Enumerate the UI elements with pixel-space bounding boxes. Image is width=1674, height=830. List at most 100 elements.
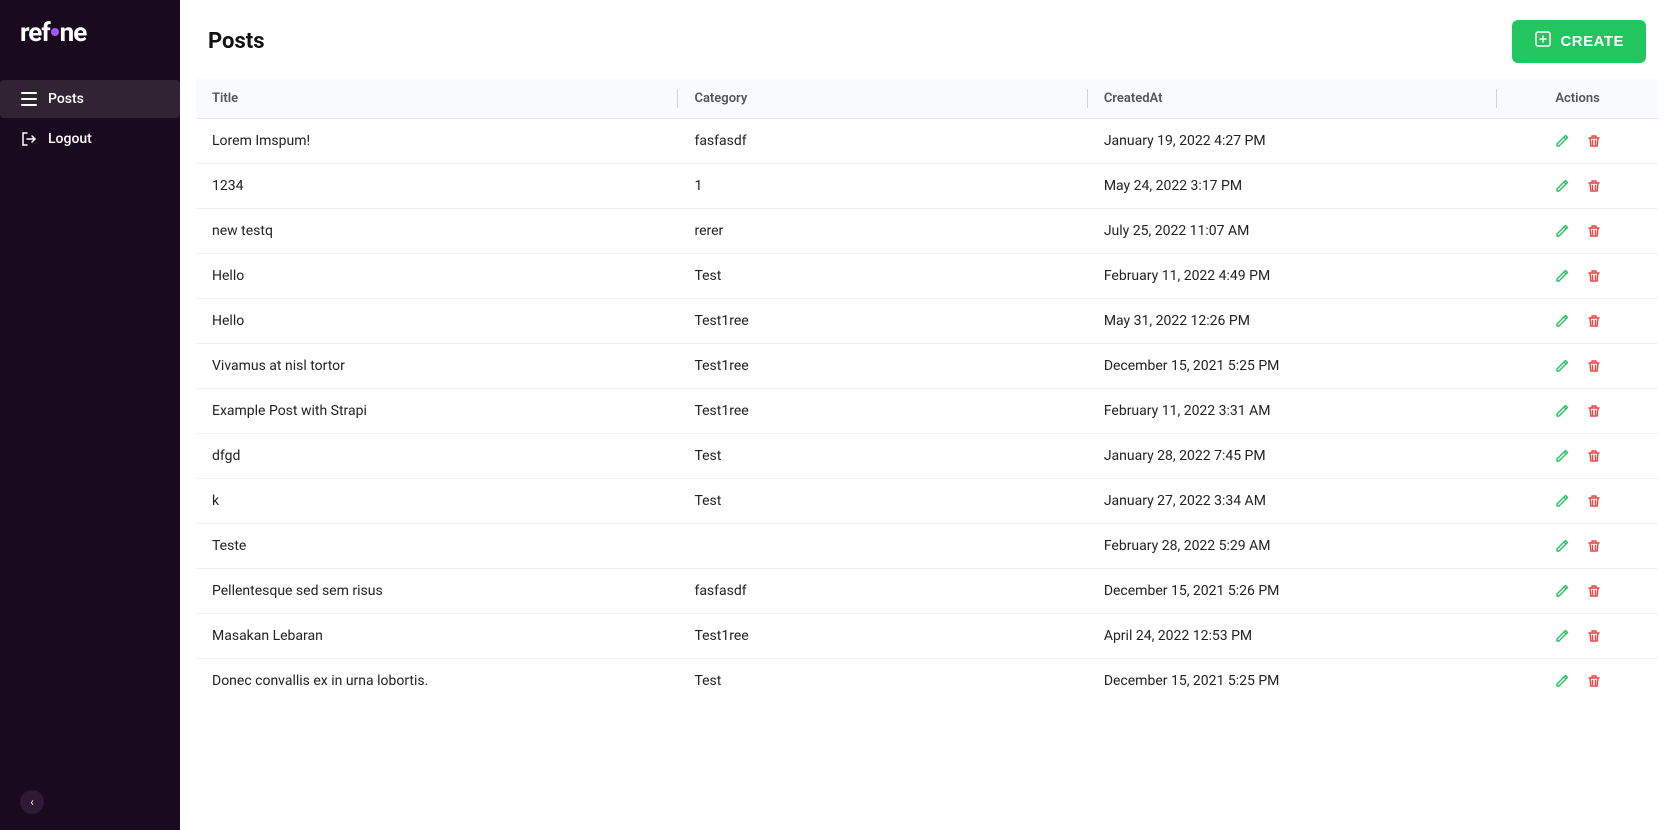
cell-actions xyxy=(1497,614,1658,659)
table-row: Example Post with Strapi Test1ree Februa… xyxy=(196,389,1658,434)
cell-category: Test xyxy=(678,659,1087,704)
delete-button[interactable] xyxy=(1584,221,1604,241)
cell-category: fasfasdf xyxy=(678,119,1087,164)
cell-title: k xyxy=(196,479,678,524)
create-button[interactable]: CREATE xyxy=(1512,20,1646,63)
edit-button[interactable] xyxy=(1552,626,1572,646)
cell-category xyxy=(678,524,1087,569)
table-container: Title Category CreatedAt Actions Lorem I… xyxy=(180,79,1674,830)
sidebar-collapse-button[interactable]: ‹ xyxy=(0,774,180,830)
delete-button[interactable] xyxy=(1584,581,1604,601)
delete-button[interactable] xyxy=(1584,356,1604,376)
edit-button[interactable] xyxy=(1552,311,1572,331)
cell-createdat: January 28, 2022 7:45 PM xyxy=(1088,434,1497,479)
cell-createdat: April 24, 2022 12:53 PM xyxy=(1088,614,1497,659)
column-header-createdat: CreatedAt xyxy=(1088,79,1497,119)
sidebar-nav: Posts Logout xyxy=(0,72,180,774)
cell-createdat: January 27, 2022 3:34 AM xyxy=(1088,479,1497,524)
cell-createdat: February 11, 2022 4:49 PM xyxy=(1088,254,1497,299)
cell-title: Donec convallis ex in urna lobortis. xyxy=(196,659,678,704)
table-row: Vivamus at nisl tortor Test1ree December… xyxy=(196,344,1658,389)
delete-button[interactable] xyxy=(1584,536,1604,556)
delete-button[interactable] xyxy=(1584,446,1604,466)
table-row: new testq rerer July 25, 2022 11:07 AM xyxy=(196,209,1658,254)
sidebar: refne Posts Logout ‹ xyxy=(0,0,180,830)
logo-dot xyxy=(51,28,59,36)
cell-title: Masakan Lebaran xyxy=(196,614,678,659)
cell-createdat: December 15, 2021 5:25 PM xyxy=(1088,344,1497,389)
cell-title: new testq xyxy=(196,209,678,254)
page-title: Posts xyxy=(208,29,265,54)
cell-title: Hello xyxy=(196,299,678,344)
cell-actions xyxy=(1497,254,1658,299)
sidebar-item-logout[interactable]: Logout xyxy=(0,120,180,158)
edit-button[interactable] xyxy=(1552,401,1572,421)
cell-category: Test1ree xyxy=(678,389,1087,434)
cell-category: Test xyxy=(678,434,1087,479)
table-row: Donec convallis ex in urna lobortis. Tes… xyxy=(196,659,1658,704)
delete-button[interactable] xyxy=(1584,266,1604,286)
create-button-label: CREATE xyxy=(1560,33,1624,50)
cell-title: Teste xyxy=(196,524,678,569)
edit-button[interactable] xyxy=(1552,131,1572,151)
delete-button[interactable] xyxy=(1584,491,1604,511)
cell-createdat: January 19, 2022 4:27 PM xyxy=(1088,119,1497,164)
cell-actions xyxy=(1497,209,1658,254)
edit-button[interactable] xyxy=(1552,536,1572,556)
cell-actions xyxy=(1497,389,1658,434)
edit-button[interactable] xyxy=(1552,491,1572,511)
table-row: Masakan Lebaran Test1ree April 24, 2022 … xyxy=(196,614,1658,659)
cell-category: fasfasdf xyxy=(678,569,1087,614)
table-row: Pellentesque sed sem risus fasfasdf Dece… xyxy=(196,569,1658,614)
edit-button[interactable] xyxy=(1552,356,1572,376)
table-header-row: Title Category CreatedAt Actions xyxy=(196,79,1658,119)
edit-button[interactable] xyxy=(1552,176,1572,196)
delete-button[interactable] xyxy=(1584,176,1604,196)
cell-actions xyxy=(1497,479,1658,524)
cell-createdat: May 31, 2022 12:26 PM xyxy=(1088,299,1497,344)
cell-title: Hello xyxy=(196,254,678,299)
edit-button[interactable] xyxy=(1552,671,1572,691)
page-header: Posts CREATE xyxy=(180,0,1674,79)
cell-category: rerer xyxy=(678,209,1087,254)
table-header: Title Category CreatedAt Actions xyxy=(196,79,1658,119)
cell-actions xyxy=(1497,524,1658,569)
cell-category: 1 xyxy=(678,164,1087,209)
delete-button[interactable] xyxy=(1584,311,1604,331)
table-row: Lorem Imspum! fasfasdf January 19, 2022 … xyxy=(196,119,1658,164)
delete-button[interactable] xyxy=(1584,131,1604,151)
column-header-title: Title xyxy=(196,79,678,119)
table-row: Hello Test February 11, 2022 4:49 PM xyxy=(196,254,1658,299)
cell-title: Vivamus at nisl tortor xyxy=(196,344,678,389)
column-header-actions: Actions xyxy=(1497,79,1658,119)
cell-category: Test xyxy=(678,254,1087,299)
delete-button[interactable] xyxy=(1584,626,1604,646)
cell-actions xyxy=(1497,659,1658,704)
sidebar-item-label: Posts xyxy=(48,91,84,107)
edit-button[interactable] xyxy=(1552,581,1572,601)
delete-button[interactable] xyxy=(1584,671,1604,691)
edit-button[interactable] xyxy=(1552,266,1572,286)
sidebar-item-posts[interactable]: Posts xyxy=(0,80,180,118)
edit-button[interactable] xyxy=(1552,221,1572,241)
cell-actions xyxy=(1497,344,1658,389)
cell-category: Test xyxy=(678,479,1087,524)
cell-createdat: December 15, 2021 5:26 PM xyxy=(1088,569,1497,614)
cell-createdat: July 25, 2022 11:07 AM xyxy=(1088,209,1497,254)
main-content: Posts CREATE Title Category CreatedAt Ac… xyxy=(180,0,1674,830)
edit-button[interactable] xyxy=(1552,446,1572,466)
cell-createdat: February 28, 2022 5:29 AM xyxy=(1088,524,1497,569)
table-row: dfgd Test January 28, 2022 7:45 PM xyxy=(196,434,1658,479)
cell-title: 1234 xyxy=(196,164,678,209)
posts-icon xyxy=(20,90,38,108)
posts-table: Title Category CreatedAt Actions Lorem I… xyxy=(196,79,1658,703)
cell-title: Pellentesque sed sem risus xyxy=(196,569,678,614)
cell-category: Test1ree xyxy=(678,299,1087,344)
logo-text: refne xyxy=(20,18,86,48)
cell-actions xyxy=(1497,119,1658,164)
cell-title: Example Post with Strapi xyxy=(196,389,678,434)
cell-createdat: December 15, 2021 5:25 PM xyxy=(1088,659,1497,704)
delete-button[interactable] xyxy=(1584,401,1604,421)
logo: refne xyxy=(0,0,180,72)
cell-createdat: May 24, 2022 3:17 PM xyxy=(1088,164,1497,209)
